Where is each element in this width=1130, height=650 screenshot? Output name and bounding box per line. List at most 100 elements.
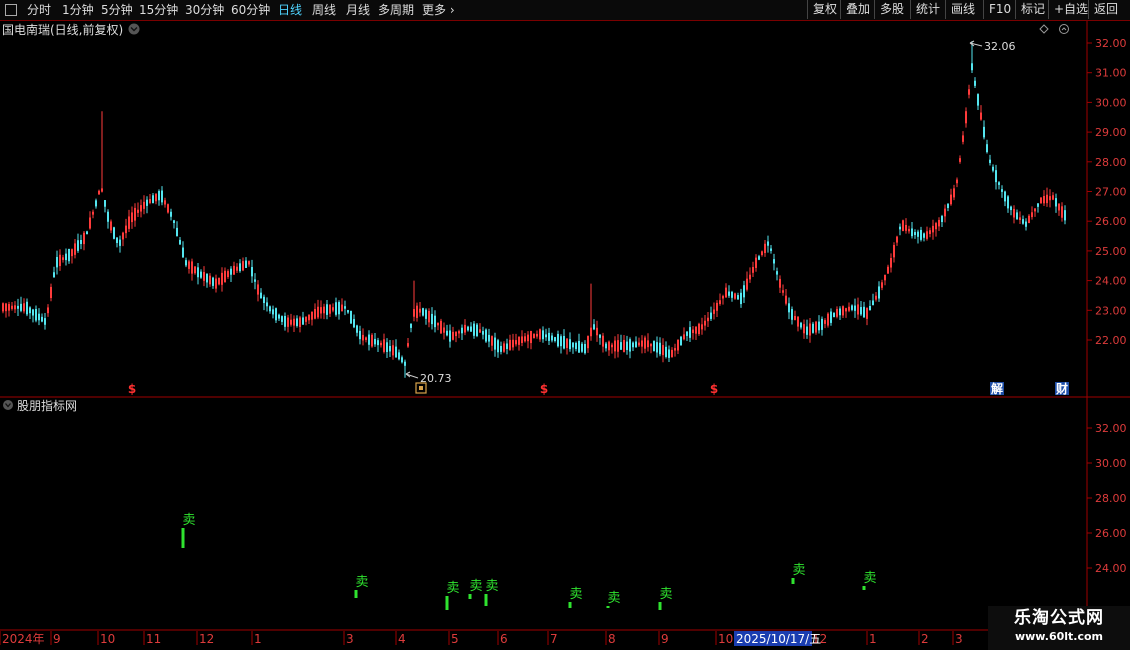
candle-body	[431, 313, 433, 325]
period-tick[interactable]: 分时	[27, 0, 51, 20]
candle-body	[764, 243, 766, 254]
candle-body	[827, 313, 829, 326]
candle-body	[122, 232, 124, 240]
candle-body	[146, 199, 148, 206]
chart-area[interactable]: 国电南瑞(日线,前复权) 32.0031.0030.0029.0028.0027…	[0, 21, 1130, 650]
candle-body	[344, 306, 346, 309]
candle-body	[113, 227, 115, 239]
period-daily[interactable]: 日线	[278, 0, 302, 20]
candle-body	[20, 303, 22, 311]
price-tick-label: 25.00	[1095, 245, 1127, 258]
candle-body	[908, 228, 910, 232]
overlay-button[interactable]: 叠加	[840, 0, 875, 19]
candle-body	[302, 317, 304, 325]
candle-body	[668, 349, 670, 358]
multi-stock-button[interactable]: 多股	[874, 0, 909, 19]
candle-body	[491, 336, 493, 346]
sell-signal-bar	[484, 594, 488, 606]
period-5min[interactable]: 5分钟	[101, 0, 133, 20]
event-marker[interactable]: 解	[991, 381, 1003, 396]
candle-body	[545, 334, 547, 338]
candle-body	[548, 332, 550, 341]
rights-button[interactable]: 复权	[807, 0, 842, 19]
candle-body	[644, 337, 646, 349]
event-marker[interactable]: 财	[1055, 381, 1068, 396]
candle-body	[347, 310, 349, 313]
candle-body	[140, 205, 142, 212]
sell-signal-bar	[658, 602, 662, 610]
chevron-down-icon[interactable]	[128, 23, 140, 35]
candle-body	[731, 291, 733, 298]
candle-body	[254, 279, 256, 282]
candle-body	[743, 285, 745, 298]
add-favorite-button[interactable]: +自选	[1048, 0, 1093, 19]
price-tick-label: 32.00	[1095, 37, 1127, 50]
candle-body	[503, 343, 505, 352]
period-multi[interactable]: 多周期	[378, 0, 414, 20]
candle-body	[476, 324, 478, 337]
candle-body	[830, 311, 832, 323]
candle-body	[578, 340, 580, 353]
chevron-right-icon: ›	[446, 3, 455, 17]
chevron-down-icon[interactable]	[3, 400, 13, 410]
candle-body	[803, 324, 805, 334]
candle-body	[386, 342, 388, 353]
layout-square-icon[interactable]	[5, 4, 17, 16]
candle-body	[527, 334, 529, 342]
indicator-title: 股朋指标网	[17, 398, 77, 413]
candle-body	[866, 307, 868, 319]
candle-body	[239, 263, 241, 272]
candle-body	[152, 195, 154, 204]
candle-body	[260, 292, 262, 299]
time-tick-label: 11	[146, 632, 161, 646]
info-square-icon[interactable]	[415, 382, 427, 394]
event-marker[interactable]: $	[710, 382, 718, 396]
draw-line-button[interactable]: 画线	[945, 0, 980, 19]
collapse-panel-icon[interactable]	[1059, 24, 1069, 34]
candle-body	[44, 318, 46, 325]
candle-body	[737, 295, 739, 300]
watermark-url: www.60lt.com	[1014, 630, 1104, 643]
candle-body	[218, 278, 220, 285]
period-30min[interactable]: 30分钟	[185, 0, 224, 20]
candle-body	[17, 305, 19, 309]
candle-body	[587, 336, 589, 349]
candle-body	[728, 291, 730, 296]
candle-body	[428, 310, 430, 323]
period-monthly[interactable]: 月线	[346, 0, 370, 20]
candle-body	[299, 317, 301, 327]
candle-body	[596, 327, 598, 336]
candle-body	[734, 293, 736, 299]
candle-body	[167, 204, 169, 213]
sell-signal-label: 卖	[569, 587, 582, 602]
period-60min[interactable]: 60分钟	[231, 0, 270, 20]
f10-button[interactable]: F10	[983, 0, 1016, 19]
candle-body	[110, 221, 112, 231]
price-tick-label: 30.00	[1095, 96, 1127, 109]
candle-body	[485, 329, 487, 342]
mark-button[interactable]: 标记	[1015, 0, 1050, 19]
candle-body	[1064, 210, 1066, 221]
candle-body	[131, 212, 133, 223]
event-marker[interactable]: $	[540, 382, 548, 396]
candle-body	[869, 305, 871, 311]
event-marker[interactable]: $	[128, 382, 136, 396]
diamond-icon[interactable]	[1039, 24, 1049, 34]
candle-body	[899, 226, 901, 230]
candle-body	[281, 316, 283, 322]
candle-body	[725, 287, 727, 298]
indicator-axis: 32.00 30.00 28.00 26.00 24.00	[1087, 422, 1127, 575]
candle-body	[392, 345, 394, 356]
period-weekly[interactable]: 周线	[312, 0, 336, 20]
candle-body	[371, 334, 373, 347]
period-1min[interactable]: 1分钟	[62, 0, 94, 20]
candle-body	[1061, 206, 1063, 218]
statistics-button[interactable]: 统计	[910, 0, 945, 19]
period-more[interactable]: 更多 ›	[422, 0, 455, 20]
candle-body	[632, 342, 634, 348]
candle-body	[566, 338, 568, 348]
candle-body	[674, 348, 676, 351]
back-button[interactable]: 返回	[1088, 0, 1123, 19]
period-15min[interactable]: 15分钟	[139, 0, 178, 20]
candle-body	[359, 330, 361, 340]
